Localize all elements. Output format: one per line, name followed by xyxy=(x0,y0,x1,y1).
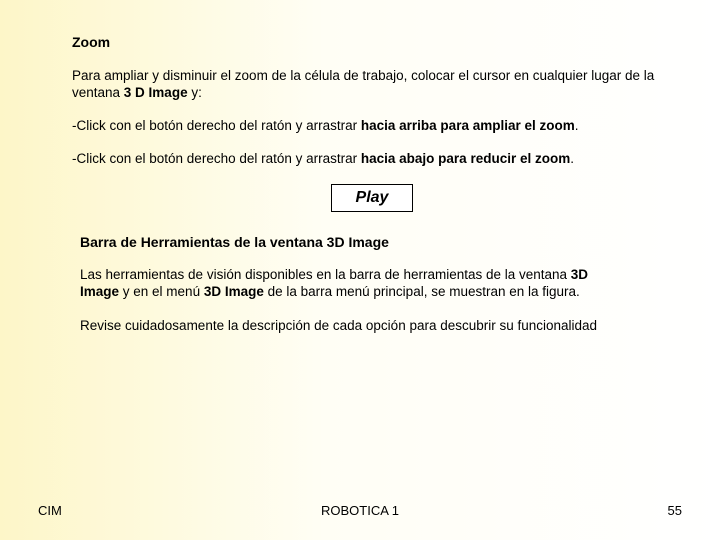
zoom-heading: Zoom xyxy=(72,34,672,50)
text: . xyxy=(570,151,574,166)
toolbar-heading: Barra de Herramientas de la ventana 3D I… xyxy=(80,234,672,250)
text: -Click con el botón derecho del ratón y … xyxy=(72,118,361,133)
zoom-line-up: -Click con el botón derecho del ratón y … xyxy=(72,118,672,135)
text-bold: 3 D Image xyxy=(124,85,188,100)
text: . xyxy=(575,118,579,133)
text: y: xyxy=(188,85,202,100)
text-bold: 3D Image xyxy=(204,284,264,299)
play-button[interactable]: Play xyxy=(331,184,414,212)
text: Las herramientas de visión disponibles e… xyxy=(80,267,571,282)
slide: Zoom Para ampliar y disminuir el zoom de… xyxy=(0,0,720,540)
footer-center: ROBOTICA 1 xyxy=(0,503,720,518)
zoom-line-down: -Click con el botón derecho del ratón y … xyxy=(72,151,672,168)
text: -Click con el botón derecho del ratón y … xyxy=(72,151,361,166)
text: de la barra menú principal, se muestran … xyxy=(264,284,580,299)
footer-page-number: 55 xyxy=(668,503,682,518)
zoom-intro: Para ampliar y disminuir el zoom de la c… xyxy=(72,68,672,102)
content-area: Zoom Para ampliar y disminuir el zoom de… xyxy=(72,34,672,350)
play-row: Play xyxy=(72,184,672,212)
toolbar-p1: Las herramientas de visión disponibles e… xyxy=(80,266,620,301)
text-bold: hacia abajo para reducir el zoom xyxy=(361,151,570,166)
text-bold: hacia arriba para ampliar el zoom xyxy=(361,118,575,133)
text: y en el menú xyxy=(119,284,204,299)
toolbar-p2: Revise cuidadosamente la descripción de … xyxy=(80,317,620,335)
